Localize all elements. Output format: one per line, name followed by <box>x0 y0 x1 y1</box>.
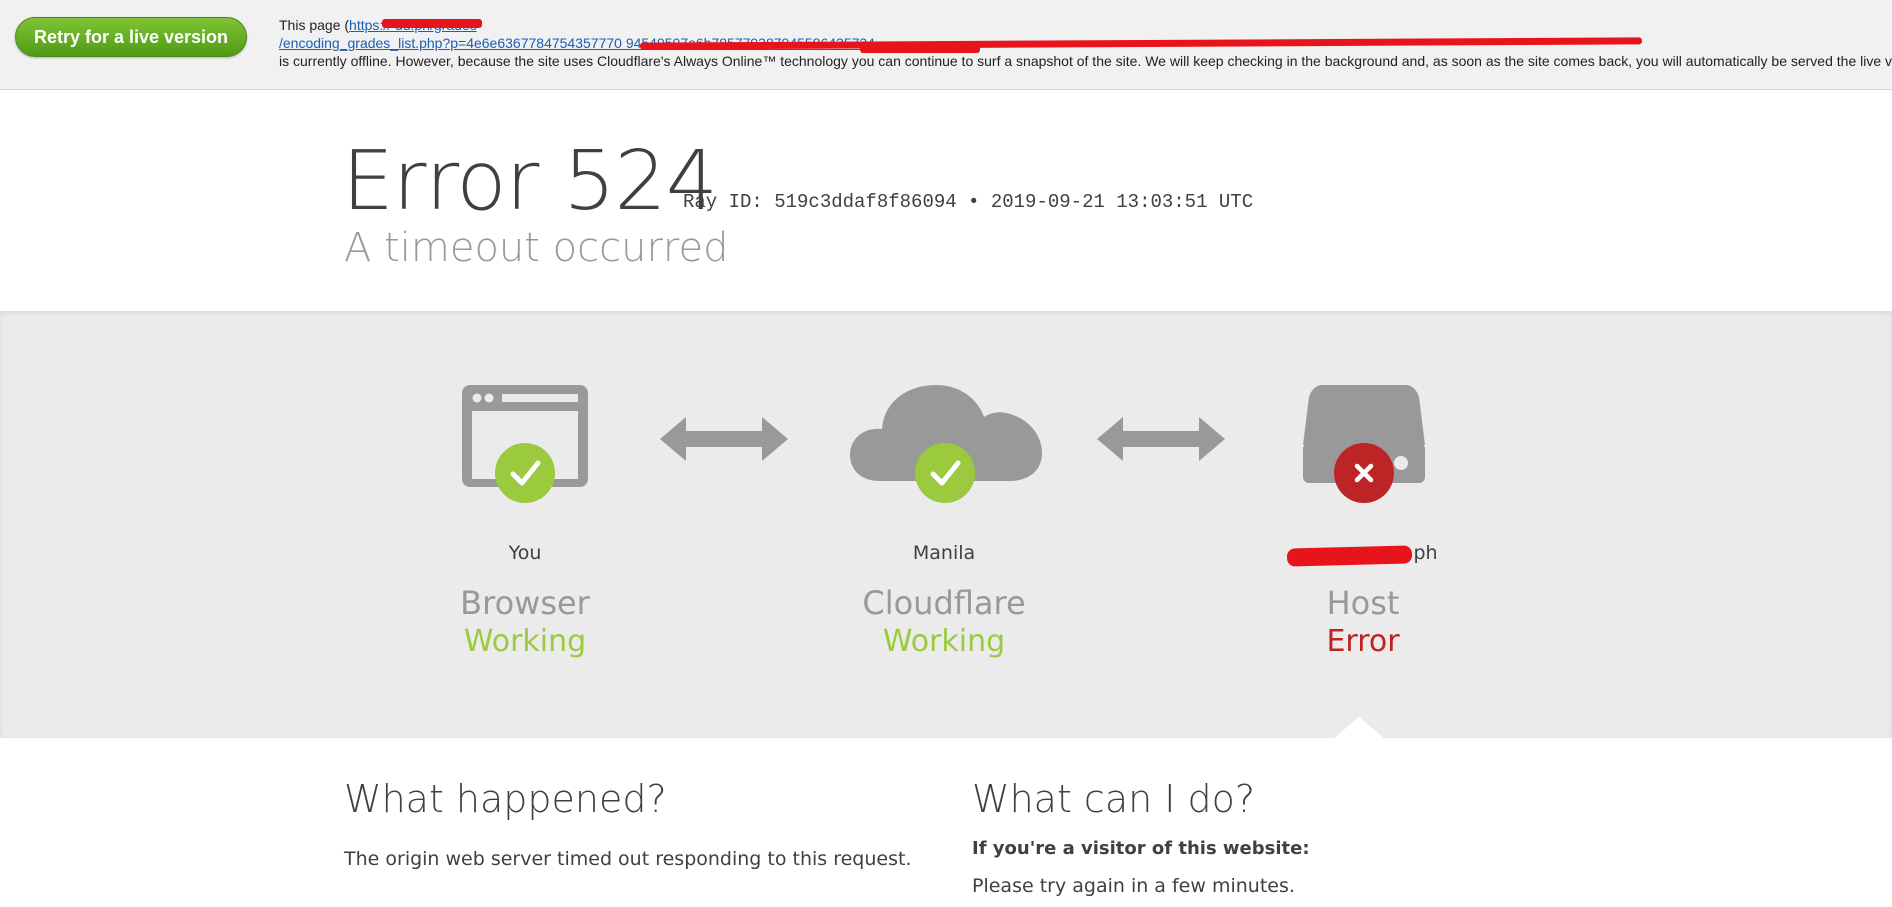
redaction-mark <box>1286 545 1413 567</box>
cloudflare-status: Working <box>882 624 1006 659</box>
browser-status: Working <box>463 624 587 659</box>
redaction-mark <box>860 45 980 53</box>
retry-live-version-button[interactable]: Retry for a live version <box>15 17 247 57</box>
what-happened-heading: What happened? <box>344 777 667 821</box>
cloudflare-location: Manila <box>912 542 976 564</box>
always-online-banner: Retry for a live version This page (http… <box>0 0 1892 90</box>
host-label: Host <box>1326 584 1400 622</box>
host-node: ph Host Error <box>1213 311 1513 738</box>
notice-prefix: This page ( <box>279 17 350 33</box>
browser-location: You <box>508 542 542 564</box>
browser-node: You Browser Working <box>375 311 675 738</box>
what-happened-text: The origin web server timed out respondi… <box>344 848 912 870</box>
error-header: Error 524 Ray ID: 519c3ddaf8f86094 • 201… <box>0 90 1892 310</box>
error-title: A timeout occurred <box>344 225 729 271</box>
what-can-i-do-heading: What can I do? <box>972 777 1256 821</box>
visitor-text: Please try again in a few minutes. <box>972 875 1295 897</box>
browser-label: Browser <box>460 584 590 622</box>
host-status: Error <box>1326 624 1400 659</box>
x-icon <box>1334 443 1394 503</box>
cloudflare-label: Cloudflare <box>862 584 1026 622</box>
error-code: Error 524 <box>342 134 718 229</box>
explanation-section: What happened? The origin web server tim… <box>0 739 1892 907</box>
double-arrow-icon <box>660 417 788 461</box>
host-location-text: ph <box>1413 542 1438 564</box>
selection-pointer <box>1333 717 1385 739</box>
double-arrow-icon <box>1097 417 1225 461</box>
visitor-heading: If you're a visitor of this website: <box>972 838 1310 859</box>
redaction-mark <box>382 19 482 28</box>
connection-diagram: You Browser Working Manila Cloudflare Wo… <box>0 311 1892 739</box>
cloudflare-node: Manila Cloudflare Working <box>794 311 1094 738</box>
offline-message: is currently offline. However, because t… <box>279 53 1892 69</box>
notice-line-1: This page (https:// du.ph/grades <box>279 16 1892 34</box>
check-icon <box>915 443 975 503</box>
check-icon <box>495 443 555 503</box>
ray-id-timestamp: Ray ID: 519c3ddaf8f86094 • 2019-09-21 13… <box>683 191 1254 213</box>
